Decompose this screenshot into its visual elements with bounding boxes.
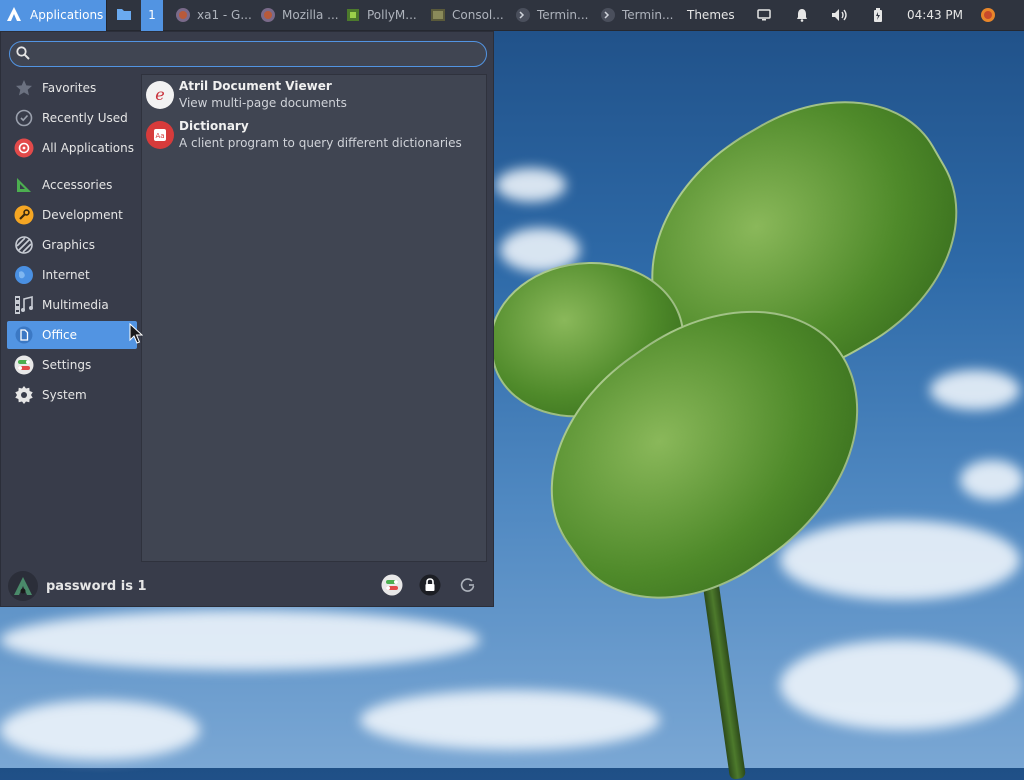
workspace-switcher[interactable]: 1 [141, 0, 163, 31]
search-box[interactable] [9, 41, 487, 67]
globe-icon [13, 264, 35, 286]
menu-footer: password is 1 [1, 565, 493, 607]
category-label: Development [42, 208, 123, 222]
accessories-icon [13, 174, 35, 196]
console-icon [430, 7, 446, 23]
category-label: Internet [42, 268, 90, 282]
category-label: Settings [42, 358, 92, 372]
app-item-atril[interactable]: e Atril Document Viewer View multi-page … [142, 75, 486, 115]
multimedia-icon [13, 294, 35, 316]
taskbar-item-label: Termin... [622, 8, 674, 22]
clock[interactable]: 04:43 PM [897, 8, 973, 22]
avatar [8, 571, 38, 601]
notification-bell-icon[interactable] [783, 0, 821, 31]
svg-text:e: e [155, 85, 164, 104]
logout-icon [460, 577, 476, 596]
taskbar-item-label: Consol... [452, 8, 504, 22]
applications-menu-button[interactable]: Applications [0, 0, 106, 31]
themes-launcher[interactable]: Themes [687, 8, 745, 22]
category-label: Graphics [42, 238, 95, 252]
category-list: Favorites Recently Used All Applications… [7, 74, 137, 411]
app-description: A client program to query different dict… [179, 136, 462, 150]
category-settings[interactable]: Settings [7, 351, 137, 379]
taskbar-item-label: Termin... [537, 8, 589, 22]
firefox-icon [175, 7, 191, 23]
taskbar-item[interactable]: Mozilla ... [256, 0, 341, 31]
category-favorites[interactable]: Favorites [7, 74, 137, 102]
settings-toggle-icon [13, 354, 35, 376]
category-label: Multimedia [42, 298, 109, 312]
taskbar-item[interactable]: PollyM... [341, 0, 426, 31]
app-name: Dictionary [179, 119, 249, 133]
firefox-icon[interactable] [973, 0, 1003, 31]
category-office[interactable]: Office [7, 321, 137, 349]
application-menu: Favorites Recently Used All Applications… [0, 31, 494, 607]
category-multimedia[interactable]: Multimedia [7, 291, 137, 319]
app-name: Atril Document Viewer [179, 79, 332, 93]
category-label: Office [42, 328, 78, 342]
all-apps-icon [13, 137, 35, 159]
app-logo-icon [6, 6, 22, 25]
terminal-icon [600, 7, 616, 23]
taskbar-item-label: PollyM... [367, 8, 417, 22]
logout-button[interactable] [455, 573, 481, 599]
display-icon[interactable] [745, 0, 783, 31]
taskbar-item[interactable]: Termin... [511, 0, 596, 31]
application-list: e Atril Document Viewer View multi-page … [141, 74, 487, 562]
pollymc-icon [345, 7, 361, 23]
dictionary-icon: Aa [145, 120, 175, 150]
graphics-icon [13, 234, 35, 256]
category-all-applications[interactable]: All Applications [7, 134, 137, 162]
show-desktop-button[interactable] [107, 0, 141, 31]
atril-icon: e [145, 80, 175, 110]
category-label: Recently Used [42, 111, 128, 125]
category-development[interactable]: Development [7, 201, 137, 229]
category-label: All Applications [42, 141, 134, 155]
category-label: Favorites [42, 81, 97, 95]
search-icon [16, 45, 30, 63]
star-icon [13, 77, 35, 99]
wrench-icon [13, 204, 35, 226]
svg-text:Aa: Aa [155, 132, 164, 140]
taskbar-item-label: Mozilla ... [282, 8, 339, 22]
taskbar-item-label: xa1 - G... [197, 8, 252, 22]
category-label: System [42, 388, 87, 402]
category-system[interactable]: System [7, 381, 137, 409]
clock-icon [13, 107, 35, 129]
category-internet[interactable]: Internet [7, 261, 137, 289]
settings-manager-icon [381, 574, 403, 599]
gear-icon [13, 384, 35, 406]
search-input[interactable] [36, 46, 460, 62]
top-panel: Applications 1 xa1 - G... Mozilla ... Po… [0, 0, 1024, 31]
username: password is 1 [46, 578, 147, 594]
category-recently-used[interactable]: Recently Used [7, 104, 137, 132]
taskbar-item[interactable]: xa1 - G... [171, 0, 256, 31]
volume-icon[interactable] [821, 0, 859, 31]
category-accessories[interactable]: Accessories [7, 171, 137, 199]
lock-screen-button[interactable] [417, 573, 443, 599]
battery-icon[interactable] [859, 0, 897, 31]
document-icon [13, 324, 35, 346]
category-label: Accessories [42, 178, 113, 192]
folder-icon [116, 7, 132, 24]
applications-label: Applications [30, 8, 104, 22]
mouse-cursor-icon [129, 322, 144, 345]
app-item-dictionary[interactable]: Aa Dictionary A client program to query … [142, 115, 486, 155]
lock-icon [419, 574, 441, 599]
settings-manager-button[interactable] [379, 573, 405, 599]
firefox-icon [260, 7, 276, 23]
terminal-icon [515, 7, 531, 23]
app-description: View multi-page documents [179, 96, 347, 110]
taskbar-item[interactable]: Termin... [596, 0, 681, 31]
taskbar-item[interactable]: Consol... [426, 0, 511, 31]
category-graphics[interactable]: Graphics [7, 231, 137, 259]
